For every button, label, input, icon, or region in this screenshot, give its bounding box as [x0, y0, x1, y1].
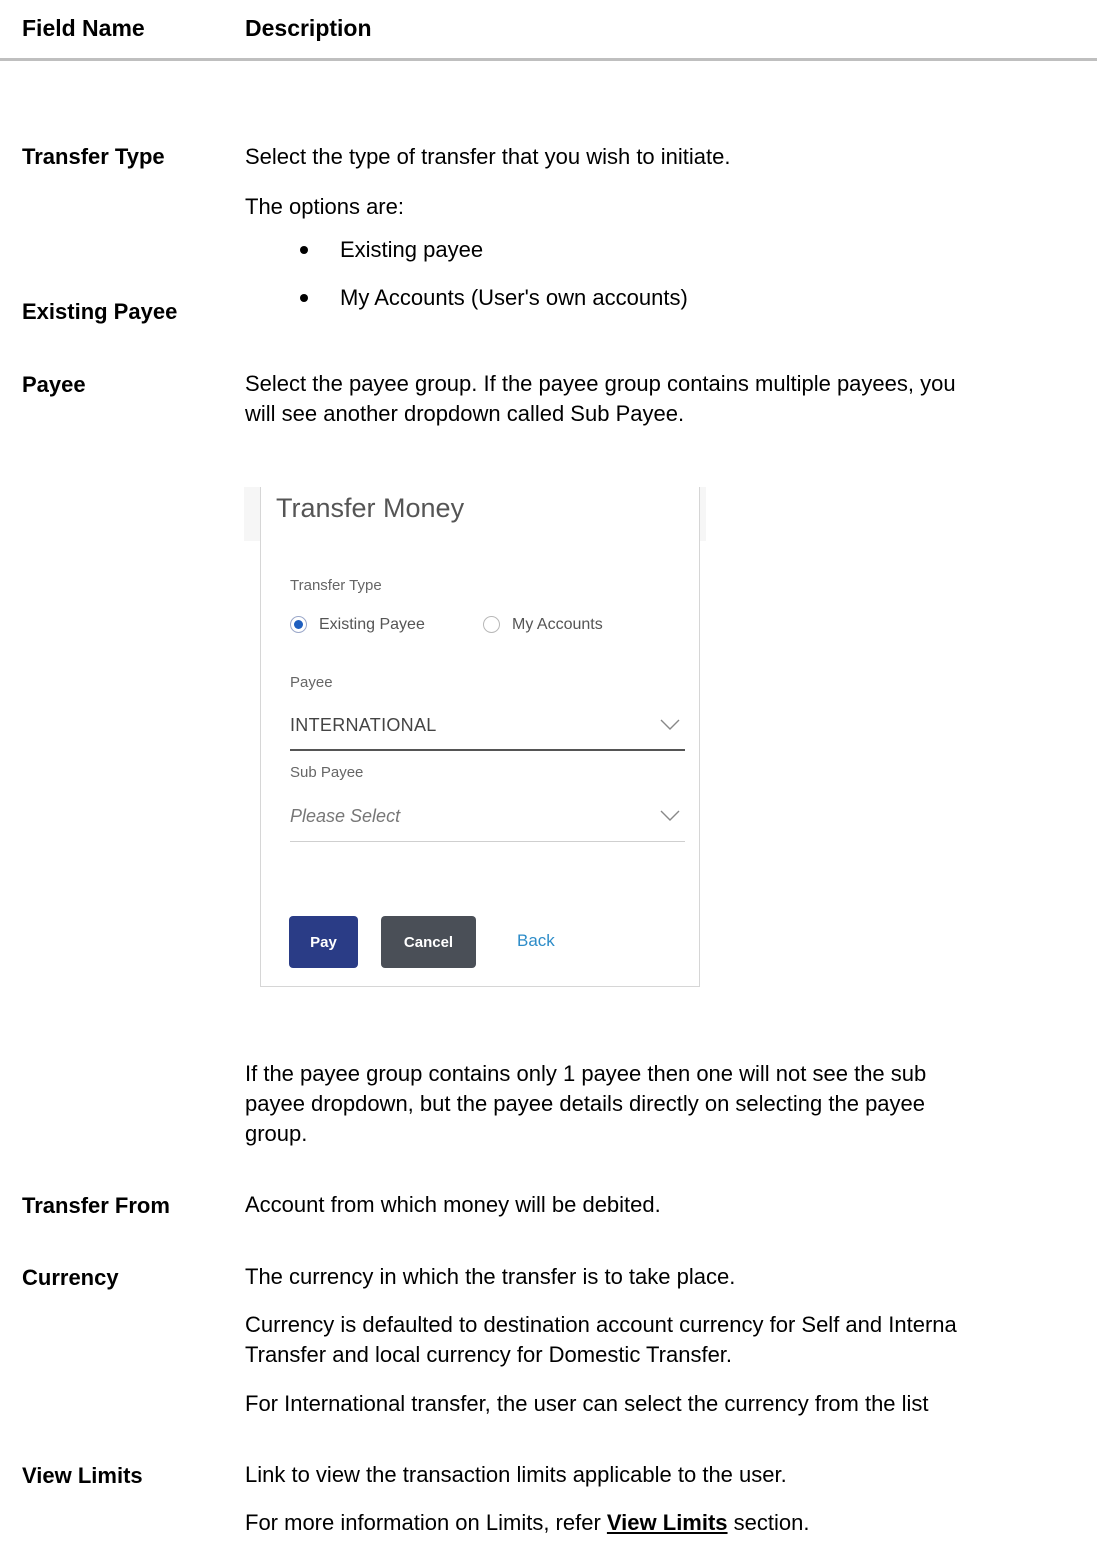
chevron-down-icon[interactable] — [660, 810, 680, 822]
view-limits-more-info: For more information on Limits, refer Vi… — [245, 1508, 809, 1538]
currency-description: The currency in which the transfer is to… — [245, 1264, 736, 1289]
radio-my-accounts[interactable] — [483, 616, 500, 633]
back-link[interactable]: Back — [517, 931, 555, 951]
transfer-type-label: Transfer Type — [290, 577, 382, 594]
transfer-money-screenshot: Transfer Money Transfer Type Existing Pa… — [244, 487, 706, 988]
radio-existing-payee-label[interactable]: Existing Payee — [319, 616, 425, 634]
column-header-field-name: Field Name — [22, 15, 145, 41]
payee-note-line3: group. — [245, 1121, 308, 1146]
column-header-description: Description — [245, 15, 372, 41]
option-my-accounts: My Accounts (User's own accounts) — [340, 285, 688, 310]
bullet-icon — [300, 294, 308, 302]
more-info-suffix: section. — [727, 1510, 810, 1535]
sub-payee-label: Sub Payee — [290, 764, 364, 781]
transfer-money-title: Transfer Money — [276, 493, 465, 523]
view-limits-link[interactable]: View Limits — [607, 1510, 728, 1535]
bullet-icon — [300, 246, 308, 254]
radio-my-accounts-label[interactable]: My Accounts — [512, 616, 603, 634]
sub-payee-select-underline — [290, 841, 685, 842]
more-info-prefix: For more information on Limits, refer — [245, 1510, 607, 1535]
section-heading-existing-payee: Existing Payee — [22, 299, 178, 324]
payee-note-line1: If the payee group contains only 1 payee… — [245, 1061, 927, 1086]
header-divider — [0, 58, 1097, 61]
sub-payee-select[interactable]: Please Select — [290, 806, 400, 827]
payee-label: Payee — [290, 674, 333, 691]
field-name-payee: Payee — [22, 372, 86, 397]
currency-default-line2: Transfer and local currency for Domestic… — [245, 1342, 733, 1367]
payee-select[interactable]: INTERNATIONAL — [290, 715, 437, 736]
option-existing-payee: Existing payee — [340, 237, 484, 262]
chevron-down-icon[interactable] — [660, 719, 680, 731]
payee-select-underline — [290, 749, 685, 751]
field-name-transfer-type: Transfer Type — [22, 144, 165, 169]
payee-description-line2: will see another dropdown called Sub Pay… — [245, 401, 685, 426]
payee-description-line1: Select the payee group. If the payee gro… — [245, 371, 956, 396]
pay-button[interactable]: Pay — [289, 916, 358, 968]
currency-international-note: For International transfer, the user can… — [245, 1391, 929, 1416]
field-name-transfer-from: Transfer From — [22, 1193, 170, 1218]
currency-default-line1: Currency is defaulted to destination acc… — [245, 1312, 957, 1337]
transfer-type-description: Select the type of transfer that you wis… — [245, 144, 731, 169]
transfer-from-description: Account from which money will be debited… — [245, 1192, 661, 1217]
screenshot-frame — [260, 487, 700, 987]
field-name-currency: Currency — [22, 1265, 119, 1290]
cancel-button[interactable]: Cancel — [381, 916, 476, 968]
payee-note-line2: payee dropdown, but the payee details di… — [245, 1091, 926, 1116]
transfer-type-options-intro: The options are: — [245, 194, 404, 219]
view-limits-description: Link to view the transaction limits appl… — [245, 1462, 787, 1487]
radio-existing-payee[interactable] — [290, 616, 307, 633]
field-name-view-limits: View Limits — [22, 1463, 143, 1488]
